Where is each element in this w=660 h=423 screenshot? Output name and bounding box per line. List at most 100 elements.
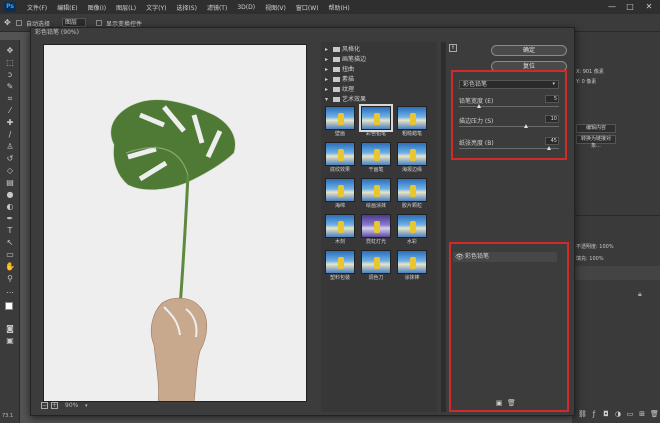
auto-select-checkbox[interactable] bbox=[16, 20, 22, 26]
category-brush-strokes[interactable]: ▸ 画笔描边 bbox=[325, 56, 366, 64]
thumb-underpainting[interactable]: 底纹效果 bbox=[325, 142, 355, 175]
lasso-icon[interactable]: ↄ bbox=[5, 70, 15, 79]
menu-bar: Ps 文件(F) 编辑(E) 图像(I) 图层(L) 文字(Y) 选择(S) 滤… bbox=[0, 0, 660, 14]
layer-row[interactable] bbox=[572, 266, 660, 280]
zoom-level[interactable]: 90% bbox=[65, 401, 78, 411]
thumb-rough-pastels[interactable]: 粗糙蜡笔 bbox=[397, 106, 427, 139]
menu-image[interactable]: 图像(I) bbox=[83, 3, 111, 12]
opacity-label[interactable]: 不透明度: 100% bbox=[576, 243, 614, 250]
group-icon[interactable]: ▭ bbox=[626, 411, 634, 418]
eyedropper-icon[interactable]: ⁄ bbox=[5, 106, 15, 115]
category-sketch[interactable]: ▸ 素描 bbox=[325, 76, 354, 84]
thumb-cutout[interactable]: 木刻 bbox=[325, 214, 355, 247]
menu-layer[interactable]: 图层(L) bbox=[111, 3, 141, 12]
slider-stroke-pressure[interactable] bbox=[459, 124, 559, 128]
ok-button[interactable]: 确定 bbox=[491, 45, 567, 56]
thumb-neon-glow[interactable]: 霓虹灯光 bbox=[361, 214, 391, 247]
thumb-colored-pencil[interactable]: 彩色铅笔 bbox=[359, 104, 393, 139]
link-layers-icon[interactable]: ⛓ bbox=[578, 411, 587, 418]
thumb-palette-knife[interactable]: 调色刀 bbox=[361, 250, 391, 283]
marquee-icon[interactable]: ⬚ bbox=[5, 58, 15, 67]
menu-type[interactable]: 文字(Y) bbox=[141, 3, 171, 12]
delete-effect-layer-icon[interactable]: 🗑︎ bbox=[507, 400, 516, 407]
filter-select[interactable]: 彩色铅笔 ▾ bbox=[459, 80, 559, 89]
menu-window[interactable]: 窗口(W) bbox=[291, 3, 324, 12]
gradient-icon[interactable]: ▤ bbox=[5, 178, 15, 187]
minimize-button[interactable]: — bbox=[604, 0, 620, 14]
zoom-out-button[interactable]: − bbox=[41, 402, 48, 409]
thumb-dry-brush[interactable]: 干画笔 bbox=[361, 142, 391, 175]
edit-contents-button[interactable]: 编辑内容 bbox=[576, 124, 616, 133]
thumb-sponge[interactable]: 海绵 bbox=[325, 178, 355, 211]
category-texture[interactable]: ▸ 纹理 bbox=[325, 86, 354, 94]
thumb-fresco[interactable]: 壁画 bbox=[325, 106, 355, 139]
category-artistic[interactable]: ▾ 艺术效果 bbox=[325, 96, 366, 104]
slider-paper-brightness[interactable] bbox=[459, 146, 559, 150]
new-effect-layer-icon[interactable]: ▣ bbox=[495, 400, 503, 407]
slider-knob[interactable] bbox=[547, 146, 551, 150]
menu-filter[interactable]: 滤镜(T) bbox=[202, 3, 232, 12]
transform-checkbox[interactable] bbox=[96, 20, 102, 26]
preview-canvas[interactable] bbox=[43, 44, 307, 402]
stamp-icon[interactable]: ♙ bbox=[5, 142, 15, 151]
menu-help[interactable]: 帮助(H) bbox=[324, 3, 355, 12]
layer-controls: ⛓ ƒ ◘ ◑ ▭ ⊞ 🗑︎ bbox=[576, 410, 660, 420]
screen-mode-icon[interactable]: ▣ bbox=[5, 336, 15, 345]
thumb-watercolor[interactable]: 水彩 bbox=[397, 214, 427, 247]
type-icon[interactable]: T bbox=[5, 226, 15, 235]
crop-icon[interactable]: ⌗ bbox=[5, 94, 15, 103]
maximize-button[interactable]: □ bbox=[622, 0, 638, 14]
eraser-icon[interactable]: ◇ bbox=[5, 166, 15, 175]
param-group: 铅笔宽度 (E) 5 描边压力 (S) 10 纸张亮度 (B) 45 bbox=[459, 94, 559, 164]
close-button[interactable]: ✕ bbox=[641, 0, 657, 14]
trash-icon[interactable]: 🗑︎ bbox=[650, 411, 659, 418]
mask-icon[interactable]: ◘ bbox=[602, 411, 610, 418]
quick-select-icon[interactable]: ✎ bbox=[5, 82, 15, 91]
slider-knob[interactable] bbox=[477, 104, 481, 108]
move-icon[interactable]: ✥ bbox=[5, 46, 15, 55]
zoom-in-button[interactable]: + bbox=[51, 402, 58, 409]
brush-icon[interactable]: / bbox=[5, 130, 15, 139]
move-tool-icon[interactable]: ✥ bbox=[4, 18, 11, 27]
menu-select[interactable]: 选择(S) bbox=[171, 3, 202, 12]
layer-select[interactable]: 图层 bbox=[62, 18, 86, 27]
effect-layers-highlight: 👁︎ 彩色铅笔 ▣ 🗑︎ bbox=[449, 242, 569, 412]
more-tools-icon[interactable]: … bbox=[5, 286, 15, 295]
new-layer-icon[interactable]: ⊞ bbox=[638, 411, 646, 418]
param-value-input[interactable]: 45 bbox=[545, 137, 559, 145]
blur-icon[interactable]: ● bbox=[5, 190, 15, 199]
zoom-icon[interactable]: ⚲ bbox=[5, 274, 15, 283]
slider-knob[interactable] bbox=[524, 124, 528, 128]
quick-mask-icon[interactable]: ◙ bbox=[5, 324, 15, 333]
thumb-poster-edges[interactable]: 海报边缘 bbox=[397, 142, 427, 175]
param-value-input[interactable]: 5 bbox=[545, 95, 559, 103]
zoom-dropdown-icon[interactable]: ▾ bbox=[85, 401, 88, 411]
effect-layer-row[interactable]: 👁︎ 彩色铅笔 bbox=[453, 252, 557, 262]
foreground-color-swatch[interactable] bbox=[5, 302, 13, 310]
param-value-input[interactable]: 10 bbox=[545, 115, 559, 123]
pen-icon[interactable]: ✒ bbox=[5, 214, 15, 223]
shape-icon[interactable]: ▭ bbox=[5, 250, 15, 259]
hand-icon[interactable]: ✋ bbox=[5, 262, 15, 271]
thumb-film-grain[interactable]: 胶片颗粒 bbox=[397, 178, 427, 211]
dodge-icon[interactable]: ◐ bbox=[5, 202, 15, 211]
fx-icon[interactable]: ƒ bbox=[590, 411, 598, 418]
thumb-paint-daubs[interactable]: 绘画涂抹 bbox=[361, 178, 391, 211]
menu-view[interactable]: 视图(V) bbox=[260, 3, 291, 12]
slider-pencil-width[interactable] bbox=[459, 104, 559, 108]
menu-3d[interactable]: 3D(D) bbox=[232, 4, 260, 11]
convert-linked-button[interactable]: 转换为链接对象... bbox=[576, 135, 616, 149]
thumb-smudge-stick[interactable]: 涂抹棒 bbox=[397, 250, 427, 283]
toggle-gallery-icon[interactable]: ⇑ bbox=[449, 44, 457, 52]
category-stylize[interactable]: ▸ 风格化 bbox=[325, 46, 360, 54]
visibility-eye-icon[interactable]: 👁︎ bbox=[455, 252, 464, 262]
category-distort[interactable]: ▸ 扭曲 bbox=[325, 66, 354, 74]
thumb-plastic-wrap[interactable]: 塑料包装 bbox=[325, 250, 355, 283]
adjustment-icon[interactable]: ◑ bbox=[614, 411, 622, 418]
fill-label[interactable]: 填充: 100% bbox=[576, 255, 604, 262]
menu-edit[interactable]: 编辑(E) bbox=[52, 3, 82, 12]
menu-file[interactable]: 文件(F) bbox=[22, 3, 52, 12]
path-select-icon[interactable]: ↖ bbox=[5, 238, 15, 247]
history-brush-icon[interactable]: ↺ bbox=[5, 154, 15, 163]
healing-icon[interactable]: ✚ bbox=[5, 118, 15, 127]
